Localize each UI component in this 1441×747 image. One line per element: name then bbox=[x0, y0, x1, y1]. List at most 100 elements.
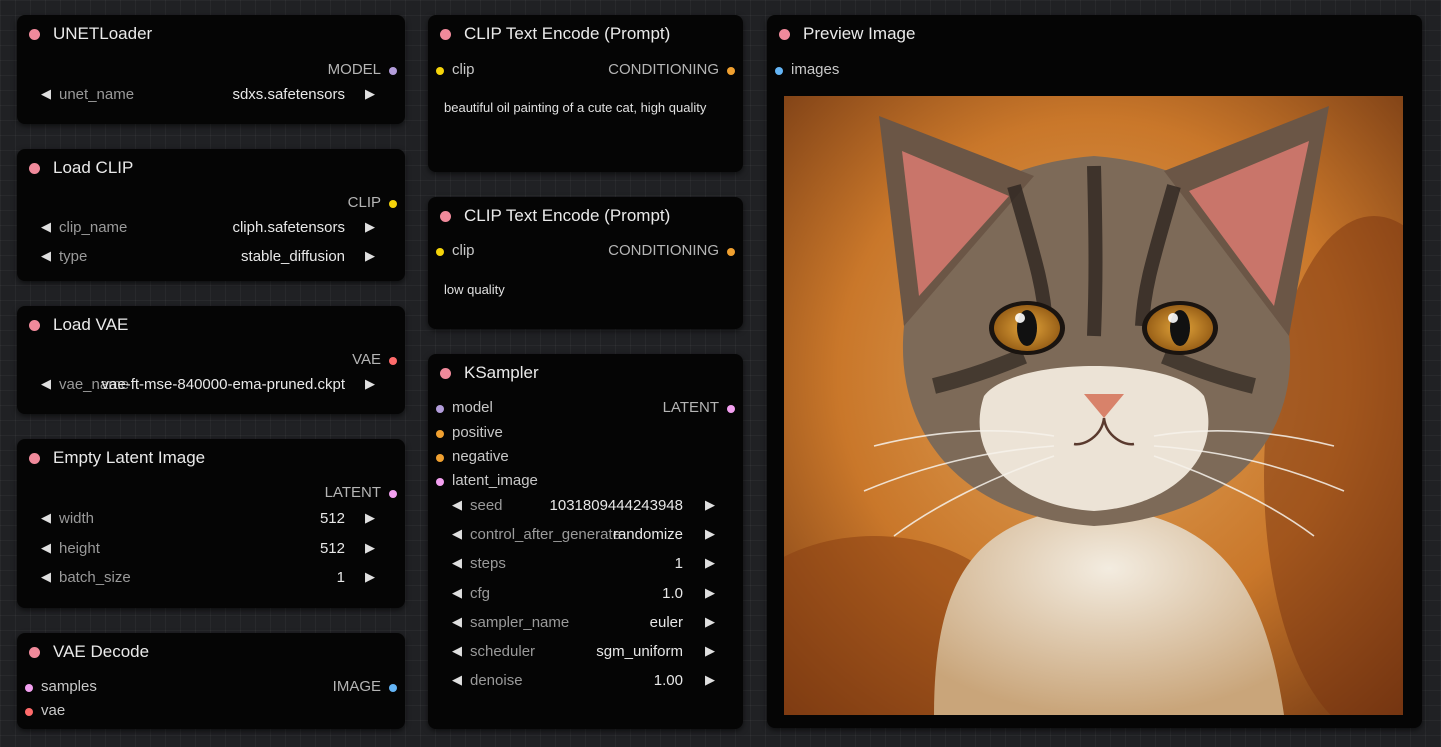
node-title: KSampler bbox=[464, 363, 539, 382]
node-clip-text-encode-negative[interactable]: CLIP Text Encode (Prompt) clip CONDITION… bbox=[428, 197, 743, 329]
node-clip-text-encode-positive[interactable]: CLIP Text Encode (Prompt) clip CONDITION… bbox=[428, 15, 743, 172]
prompt-textarea[interactable]: beautiful oil painting of a cute cat, hi… bbox=[444, 100, 706, 115]
widget-sampler-name[interactable]: ◀ sampler_name euler ▶ bbox=[444, 612, 727, 634]
widget-steps[interactable]: ◀ steps 1 ▶ bbox=[444, 553, 727, 575]
increment-arrow-icon[interactable]: ▶ bbox=[365, 86, 375, 102]
widget-control-after-generate[interactable]: ◀ control_after_generate randomize ▶ bbox=[444, 524, 727, 546]
output-slot-dot[interactable] bbox=[389, 684, 397, 692]
increment-arrow-icon[interactable]: ▶ bbox=[365, 540, 375, 556]
output-slot-dot[interactable] bbox=[389, 490, 397, 498]
output-latent[interactable]: LATENT bbox=[593, 399, 743, 417]
widget-vae-name[interactable]: ◀ vae_name vae-ft-mse-840000-ema-pruned.… bbox=[33, 374, 389, 396]
decrement-arrow-icon[interactable]: ◀ bbox=[41, 569, 51, 585]
decrement-arrow-icon[interactable]: ◀ bbox=[41, 510, 51, 526]
input-label: clip bbox=[452, 242, 475, 259]
decrement-arrow-icon[interactable]: ◀ bbox=[452, 672, 462, 688]
increment-arrow-icon[interactable]: ▶ bbox=[365, 569, 375, 585]
prompt-textarea[interactable]: low quality bbox=[444, 282, 505, 297]
increment-arrow-icon[interactable]: ▶ bbox=[705, 672, 715, 688]
widget-label: control_after_generate bbox=[470, 526, 621, 543]
input-label: samples bbox=[41, 678, 97, 695]
increment-arrow-icon[interactable]: ▶ bbox=[705, 643, 715, 659]
input-clip[interactable]: clip bbox=[428, 61, 548, 79]
widget-type[interactable]: ◀ type stable_diffusion ▶ bbox=[33, 246, 389, 268]
increment-arrow-icon[interactable]: ▶ bbox=[705, 585, 715, 601]
node-load-vae[interactable]: Load VAE VAE ◀ vae_name vae-ft-mse-84000… bbox=[17, 306, 405, 414]
decrement-arrow-icon[interactable]: ◀ bbox=[452, 643, 462, 659]
output-clip[interactable]: CLIP bbox=[205, 194, 405, 212]
input-slot-dot[interactable] bbox=[436, 478, 444, 486]
input-slot-dot[interactable] bbox=[436, 454, 444, 462]
increment-arrow-icon[interactable]: ▶ bbox=[705, 614, 715, 630]
node-vae-decode[interactable]: VAE Decode samples vae IMAGE bbox=[17, 633, 405, 729]
input-positive[interactable]: positive bbox=[428, 424, 578, 442]
output-slot-dot[interactable] bbox=[389, 357, 397, 365]
increment-arrow-icon[interactable]: ▶ bbox=[705, 497, 715, 513]
widget-seed[interactable]: ◀ seed 1031809444243948 ▶ bbox=[444, 495, 727, 517]
decrement-arrow-icon[interactable]: ◀ bbox=[452, 614, 462, 630]
widget-batch-size[interactable]: ◀ batch_size 1 ▶ bbox=[33, 567, 389, 589]
output-slot-dot[interactable] bbox=[727, 248, 735, 256]
node-status-dot bbox=[29, 647, 40, 658]
widget-denoise[interactable]: ◀ denoise 1.00 ▶ bbox=[444, 670, 727, 692]
widget-unet-name[interactable]: ◀ unet_name sdxs.safetensors ▶ bbox=[33, 84, 389, 106]
input-latent-image[interactable]: latent_image bbox=[428, 472, 578, 490]
widget-height[interactable]: ◀ height 512 ▶ bbox=[33, 538, 389, 560]
input-negative[interactable]: negative bbox=[428, 448, 578, 466]
input-label: negative bbox=[452, 448, 509, 465]
node-title: VAE Decode bbox=[53, 642, 150, 661]
node-status-dot bbox=[440, 211, 451, 222]
output-slot-dot[interactable] bbox=[389, 67, 397, 75]
output-image[interactable]: IMAGE bbox=[225, 678, 405, 696]
output-slot-dot[interactable] bbox=[389, 200, 397, 208]
widget-label: unet_name bbox=[59, 86, 135, 103]
input-clip[interactable]: clip bbox=[428, 242, 548, 260]
node-empty-latent-image[interactable]: Empty Latent Image LATENT ◀ width 512 ▶ … bbox=[17, 439, 405, 608]
input-samples[interactable]: samples bbox=[17, 678, 197, 696]
input-slot-dot[interactable] bbox=[775, 67, 783, 75]
widget-label: width bbox=[59, 510, 95, 527]
widget-width[interactable]: ◀ width 512 ▶ bbox=[33, 508, 389, 530]
increment-arrow-icon[interactable]: ▶ bbox=[365, 510, 375, 526]
output-slot-dot[interactable] bbox=[727, 67, 735, 75]
node-unet-loader[interactable]: UNETLoader MODEL ◀ unet_name sdxs.safete… bbox=[17, 15, 405, 124]
decrement-arrow-icon[interactable]: ◀ bbox=[452, 497, 462, 513]
output-conditioning[interactable]: CONDITIONING bbox=[563, 242, 743, 260]
output-vae[interactable]: VAE bbox=[205, 351, 405, 369]
widget-label: sampler_name bbox=[470, 614, 570, 631]
decrement-arrow-icon[interactable]: ◀ bbox=[452, 555, 462, 571]
node-preview-image[interactable]: Preview Image images bbox=[767, 15, 1422, 728]
increment-arrow-icon[interactable]: ▶ bbox=[365, 376, 375, 392]
output-latent[interactable]: LATENT bbox=[205, 484, 405, 502]
decrement-arrow-icon[interactable]: ◀ bbox=[452, 526, 462, 542]
input-vae[interactable]: vae bbox=[17, 702, 197, 720]
increment-arrow-icon[interactable]: ▶ bbox=[705, 555, 715, 571]
input-slot-dot[interactable] bbox=[25, 708, 33, 716]
input-slot-dot[interactable] bbox=[436, 248, 444, 256]
input-slot-dot[interactable] bbox=[436, 430, 444, 438]
increment-arrow-icon[interactable]: ▶ bbox=[365, 248, 375, 264]
output-model[interactable]: MODEL bbox=[205, 61, 405, 79]
input-slot-dot[interactable] bbox=[25, 684, 33, 692]
input-slot-dot[interactable] bbox=[436, 405, 444, 413]
decrement-arrow-icon[interactable]: ◀ bbox=[41, 86, 51, 102]
node-ksampler[interactable]: KSampler model positive negative latent_… bbox=[428, 354, 743, 729]
widget-cfg[interactable]: ◀ cfg 1.0 ▶ bbox=[444, 583, 727, 605]
increment-arrow-icon[interactable]: ▶ bbox=[365, 219, 375, 235]
node-load-clip[interactable]: Load CLIP CLIP ◀ clip_name cliph.safeten… bbox=[17, 149, 405, 281]
increment-arrow-icon[interactable]: ▶ bbox=[705, 526, 715, 542]
input-model[interactable]: model bbox=[428, 399, 578, 417]
input-images[interactable]: images bbox=[767, 61, 917, 79]
decrement-arrow-icon[interactable]: ◀ bbox=[41, 219, 51, 235]
decrement-arrow-icon[interactable]: ◀ bbox=[452, 585, 462, 601]
widget-scheduler[interactable]: ◀ scheduler sgm_uniform ▶ bbox=[444, 641, 727, 663]
output-conditioning[interactable]: CONDITIONING bbox=[563, 61, 743, 79]
decrement-arrow-icon[interactable]: ◀ bbox=[41, 540, 51, 556]
output-slot-dot[interactable] bbox=[727, 405, 735, 413]
node-status-dot bbox=[779, 29, 790, 40]
widget-clip-name[interactable]: ◀ clip_name cliph.safetensors ▶ bbox=[33, 217, 389, 239]
decrement-arrow-icon[interactable]: ◀ bbox=[41, 248, 51, 264]
decrement-arrow-icon[interactable]: ◀ bbox=[41, 376, 51, 392]
widget-value: randomize bbox=[612, 526, 683, 543]
input-slot-dot[interactable] bbox=[436, 67, 444, 75]
